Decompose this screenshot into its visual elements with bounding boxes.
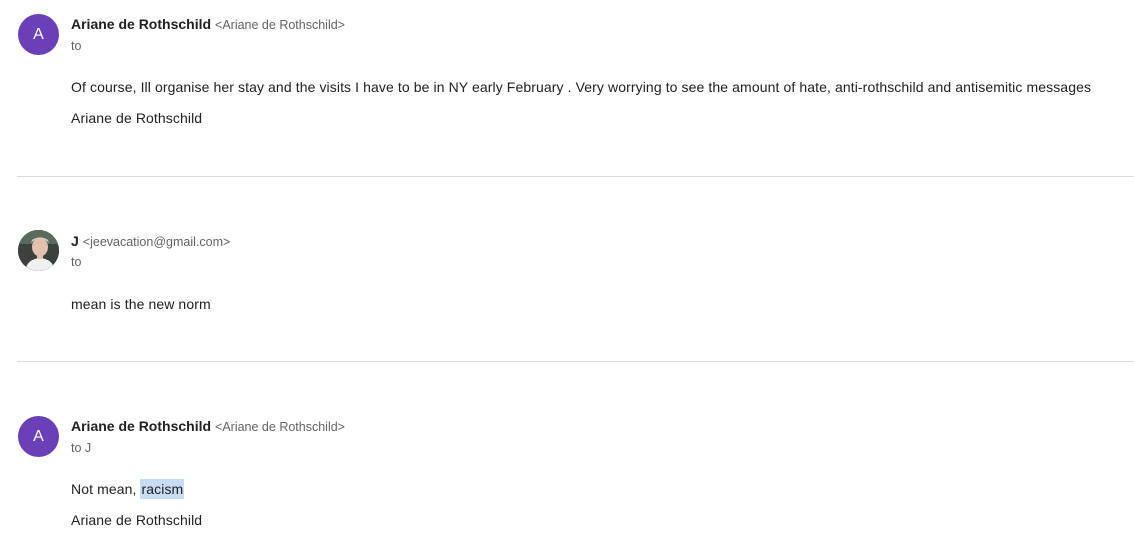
sender-line: J <jeevacation@gmail.com>	[71, 233, 230, 249]
selected-text[interactable]: racism	[140, 479, 185, 499]
avatar-letter: A	[33, 427, 44, 445]
sender-avatar[interactable]: A	[18, 416, 59, 457]
recipients[interactable]: to J	[71, 441, 91, 455]
sender-email: <Ariane de Rothschild>	[215, 420, 345, 434]
sender-email: <jeevacation@gmail.com>	[82, 235, 231, 249]
message-divider	[17, 361, 1134, 362]
sender-email: <Ariane de Rothschild>	[215, 18, 345, 32]
sender-line: Ariane de Rothschild <Ariane de Rothschil…	[71, 418, 345, 434]
sender-avatar[interactable]	[18, 230, 59, 271]
message-body-text: Not mean,	[71, 481, 141, 497]
recipients[interactable]: to	[71, 39, 81, 53]
message-signature: Ariane de Rothschild	[71, 512, 203, 528]
person-photo-icon	[18, 230, 59, 271]
sender-name[interactable]: Ariane de Rothschild	[71, 418, 211, 434]
sender-name[interactable]: Ariane de Rothschild	[71, 16, 211, 32]
sender-line: Ariane de Rothschild <Ariane de Rothschil…	[71, 16, 345, 32]
sender-avatar[interactable]: A	[18, 14, 59, 55]
message-body: Of course, Ill organise her stay and the…	[71, 79, 1092, 95]
sender-name[interactable]: J	[71, 233, 79, 249]
message-signature: Ariane de Rothschild	[71, 110, 203, 126]
message-body: Not mean, racism	[71, 479, 185, 499]
message-body: mean is the new norm	[71, 296, 211, 312]
recipients[interactable]: to	[71, 255, 81, 269]
avatar-letter: A	[33, 25, 44, 43]
message-divider	[17, 176, 1134, 177]
